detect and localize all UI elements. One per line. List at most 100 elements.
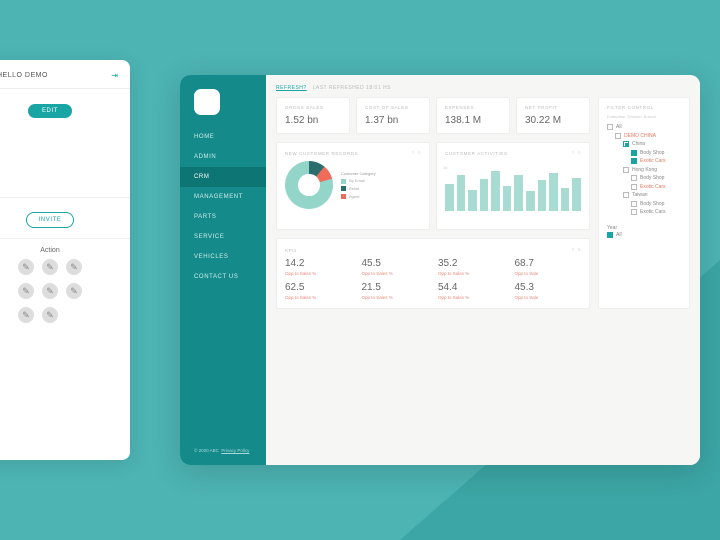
checkbox-icon[interactable] bbox=[631, 158, 637, 164]
kpi-value: 68.7 bbox=[515, 258, 582, 269]
action-icon[interactable]: ✎ bbox=[66, 259, 82, 275]
stat-label: COST OF SALES bbox=[365, 105, 421, 110]
sidebar-item-admin[interactable]: ADMIN bbox=[180, 147, 266, 167]
kpi-sub: Opp to Sale bbox=[515, 271, 582, 276]
tree-label: Body Shop bbox=[640, 149, 664, 158]
tree-label: China bbox=[632, 140, 645, 149]
stat-card: NET PROFIT30.22 M bbox=[516, 97, 590, 134]
tree-label: All bbox=[616, 123, 622, 132]
privacy-link[interactable]: Privacy Policy bbox=[221, 448, 249, 453]
card-title: KPIs bbox=[285, 248, 297, 253]
checkbox-icon[interactable] bbox=[607, 124, 613, 130]
menu-icon[interactable]: ≡ bbox=[578, 247, 581, 253]
checkbox-icon[interactable] bbox=[623, 167, 629, 173]
checkbox-icon[interactable] bbox=[631, 175, 637, 181]
filter-icon[interactable]: ▿ bbox=[412, 150, 415, 156]
stat-value: 30.22 M bbox=[525, 115, 581, 126]
filter-title: FILTER CONTROL bbox=[607, 105, 681, 110]
sidebar-item-parts[interactable]: PARTS bbox=[180, 207, 266, 227]
kpi-sub: Opp to Sales % bbox=[438, 271, 505, 276]
tree-node[interactable]: China bbox=[607, 140, 681, 149]
action-icon[interactable]: ✎ bbox=[18, 259, 34, 275]
bar-card: CUSTOMER ACTIVITIES ▿≡ 1K bbox=[436, 142, 590, 230]
kpi-item: 35.2 Opp to Sales % bbox=[438, 258, 505, 276]
checkbox-icon[interactable] bbox=[615, 133, 621, 139]
tree-node[interactable]: Body Shop bbox=[607, 200, 681, 209]
kpi-sub: Opp to Sales % bbox=[285, 295, 352, 300]
stat-value: 138.1 M bbox=[445, 115, 501, 126]
tree-node[interactable]: Exotic Cars bbox=[607, 157, 681, 166]
action-icon[interactable]: ✎ bbox=[18, 283, 34, 299]
kpi-item: 45.3Opp to Sale bbox=[515, 282, 582, 300]
bar bbox=[480, 179, 489, 211]
stat-value: 1.37 bn bbox=[365, 115, 421, 126]
tree-label: DEMO CHINA bbox=[624, 132, 656, 141]
year-option[interactable]: All bbox=[607, 231, 681, 240]
sidebar-item-vehicles[interactable]: VEHICLES bbox=[180, 247, 266, 267]
card-title: CUSTOMER ACTIVITIES bbox=[445, 151, 508, 156]
tree-label: Exotic Cars bbox=[640, 208, 666, 217]
kpi-sub: Opp to Sales % bbox=[285, 271, 352, 276]
tree-node[interactable]: Hong Kong bbox=[607, 166, 681, 175]
checkbox-icon[interactable] bbox=[631, 150, 637, 156]
legend-item: Agent bbox=[341, 193, 376, 201]
menu-icon[interactable]: ≡ bbox=[578, 150, 581, 156]
bar bbox=[457, 175, 466, 211]
bar bbox=[538, 180, 547, 211]
menu-icon[interactable]: ≡ bbox=[418, 150, 421, 156]
kpi-sub: Opp to Sales % bbox=[362, 295, 429, 300]
action-icon[interactable]: ✎ bbox=[42, 307, 58, 323]
bar bbox=[445, 184, 454, 211]
refresh-link[interactable]: REFRESH? bbox=[276, 85, 307, 91]
sidebar-item-management[interactable]: MANAGEMENT bbox=[180, 187, 266, 207]
bar bbox=[549, 173, 558, 211]
refresh-time: LAST REFRESHED 18:01 HS bbox=[313, 85, 391, 91]
action-icon[interactable]: ✎ bbox=[42, 283, 58, 299]
sidebar-item-crm[interactable]: CRM bbox=[180, 167, 266, 187]
filter-icon[interactable]: ▿ bbox=[572, 150, 575, 156]
kpi-sub: Opp to Sale bbox=[515, 295, 582, 300]
filter-panel: FILTER CONTROL Enterprise, Division, Bra… bbox=[598, 97, 690, 309]
logo-icon[interactable] bbox=[194, 89, 220, 115]
kpi-value: 35.2 bbox=[438, 258, 505, 269]
bar bbox=[468, 190, 477, 211]
sidebar-item-contact-us[interactable]: CONTACT US bbox=[180, 267, 266, 287]
sidebar-item-home[interactable]: HOME bbox=[180, 127, 266, 147]
tree-node[interactable]: Taiwan bbox=[607, 191, 681, 200]
action-icon[interactable]: ✎ bbox=[18, 307, 34, 323]
edit-button[interactable]: EDIT bbox=[28, 104, 72, 118]
sidebar-item-service[interactable]: SERVICE bbox=[180, 227, 266, 247]
action-grid: ✎ ✎ ✎ ✎ ✎ ✎ ✎ ✎ bbox=[0, 259, 130, 333]
kpi-value: 45.5 bbox=[362, 258, 429, 269]
kpi-value: 54.4 bbox=[438, 282, 505, 293]
kpi-value: 14.2 bbox=[285, 258, 352, 269]
checkbox-icon[interactable] bbox=[623, 192, 629, 198]
profile-title: HELLO DEMO bbox=[0, 72, 48, 79]
tree-node[interactable]: Exotic Cars bbox=[607, 183, 681, 192]
stat-label: GROSS SALES bbox=[285, 105, 341, 110]
stat-card: EXPENSES138.1 M bbox=[436, 97, 510, 134]
checkbox-icon[interactable] bbox=[631, 201, 637, 207]
kpi-sub: Opp to Sales % bbox=[362, 271, 429, 276]
pie-card: NEW CUSTOMER RECORDS ▿≡ Customer Categor… bbox=[276, 142, 430, 230]
legend-item: By Email bbox=[341, 177, 376, 185]
bar bbox=[561, 188, 570, 211]
tree-node[interactable]: Exotic Cars bbox=[607, 208, 681, 217]
action-icon[interactable]: ✎ bbox=[42, 259, 58, 275]
checkbox-icon[interactable] bbox=[631, 209, 637, 215]
logout-icon[interactable]: ⇥ bbox=[111, 71, 118, 80]
action-icon[interactable]: ✎ bbox=[66, 283, 82, 299]
tree-node[interactable]: Body Shop bbox=[607, 174, 681, 183]
tree-node[interactable]: Body Shop bbox=[607, 149, 681, 158]
content-area: HE REFRESH? LAST REFRESHED 18:01 HS GROS… bbox=[266, 75, 700, 465]
tree-node[interactable]: All bbox=[607, 123, 681, 132]
profile-header: HELLO DEMO ⇥ bbox=[0, 60, 130, 89]
checkbox-icon[interactable] bbox=[631, 184, 637, 190]
tree-node[interactable]: DEMO CHINA bbox=[607, 132, 681, 141]
tree-label: Body Shop bbox=[640, 200, 664, 209]
invite-button[interactable]: INVITE bbox=[26, 212, 75, 228]
checkbox-icon[interactable] bbox=[623, 141, 629, 147]
kpi-item: 21.5Opp to Sales % bbox=[362, 282, 429, 300]
filter-icon[interactable]: ▿ bbox=[572, 247, 575, 253]
sidebar-footer: © 2020 ABC Privacy Policy bbox=[180, 448, 266, 453]
